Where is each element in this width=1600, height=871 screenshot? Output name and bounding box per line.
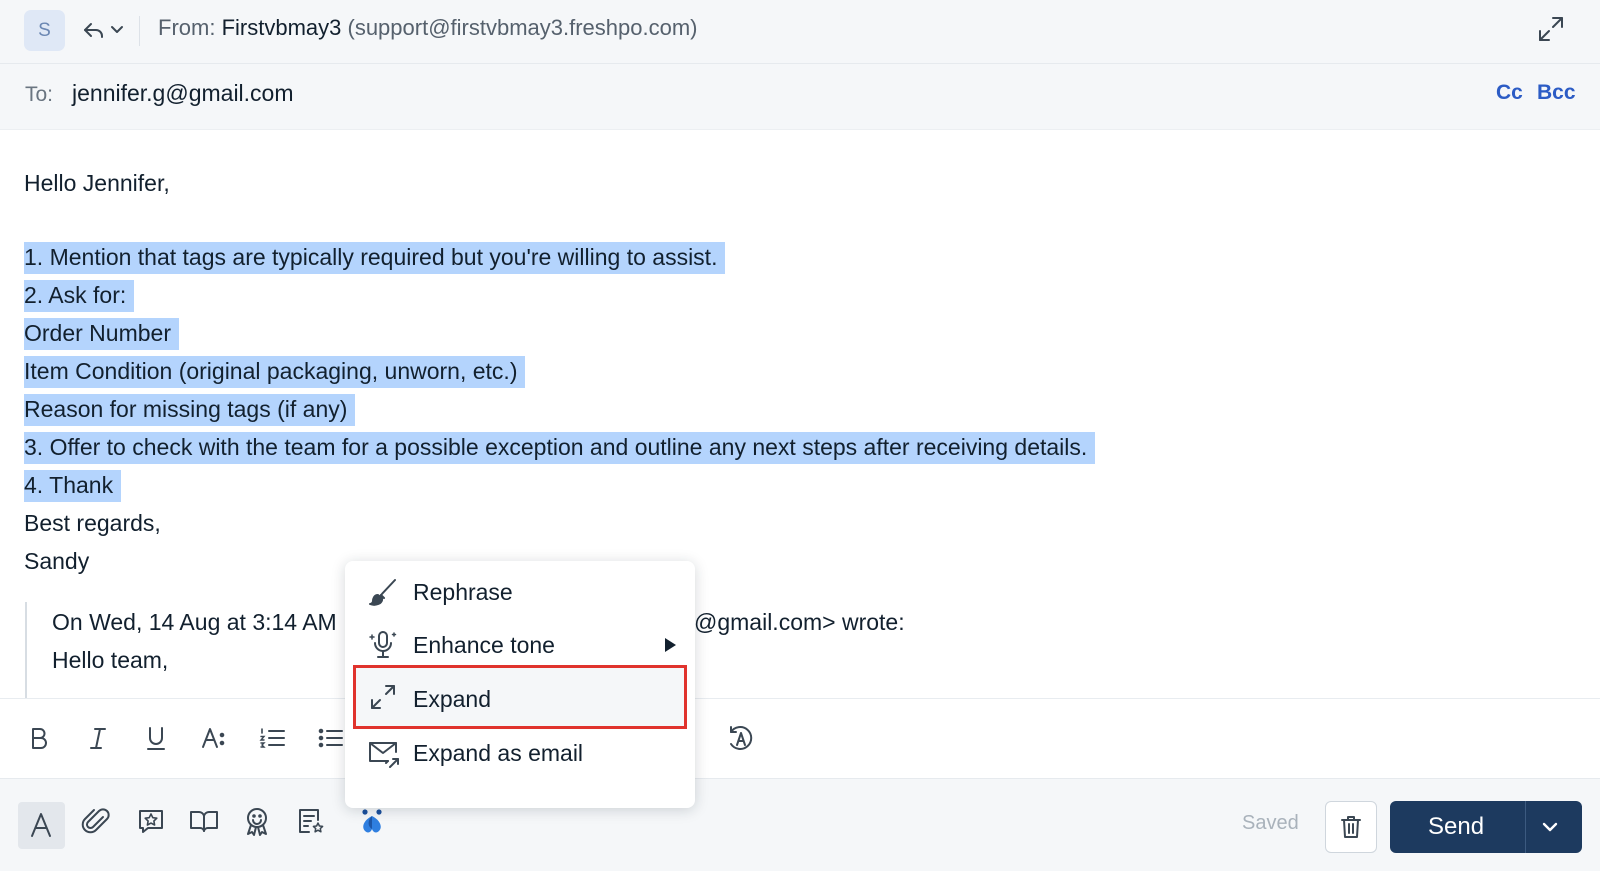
header-divider — [139, 16, 140, 46]
knowledge-base-button[interactable] — [186, 803, 222, 839]
solution-article-button[interactable] — [292, 803, 328, 839]
menu-item-expand[interactable]: Expand — [353, 665, 687, 729]
caret-right-icon — [663, 637, 677, 658]
reply-options-button[interactable] — [82, 18, 126, 44]
paperclip-icon — [78, 803, 114, 839]
discard-draft-button[interactable] — [1325, 801, 1377, 853]
star-message-icon — [133, 803, 169, 839]
font-size-icon — [197, 721, 231, 755]
quote-header-start: On Wed, 14 Aug at 3:14 AM — [52, 609, 337, 635]
selected-line: 4. Thank — [24, 466, 122, 504]
ordered-list-button[interactable] — [256, 721, 290, 755]
send-options-dropdown[interactable] — [1538, 815, 1562, 839]
menu-item-enhance-tone[interactable]: Enhance tone — [353, 620, 687, 670]
selected-line: 3. Offer to check with the team for a po… — [24, 428, 1096, 466]
from-name[interactable]: Firstvbmay3 — [222, 15, 342, 40]
bullet-list-button[interactable] — [314, 721, 348, 755]
italic-button[interactable] — [81, 721, 115, 755]
star-document-icon — [292, 803, 328, 839]
spellcheck-button[interactable] — [724, 721, 758, 755]
from-field: From: Firstvbmay3 (support@firstvbmay3.f… — [158, 15, 698, 41]
send-button[interactable]: Send — [1390, 801, 1582, 853]
attach-button[interactable] — [78, 803, 114, 839]
canned-response-button[interactable] — [133, 803, 169, 839]
satisfaction-survey-button[interactable] — [239, 803, 275, 839]
menu-item-rephrase[interactable]: Rephrase — [353, 567, 687, 617]
freddy-ai-icon — [354, 803, 390, 839]
book-icon — [186, 803, 222, 839]
quote-bar — [25, 602, 27, 700]
menu-label: Expand — [413, 686, 492, 712]
underline-button[interactable] — [139, 721, 173, 755]
selected-line: 2. Ask for: — [24, 276, 135, 314]
send-divider — [1525, 801, 1526, 853]
chevron-down-icon — [1538, 815, 1562, 839]
spellcheck-icon — [724, 721, 758, 755]
italic-icon — [81, 721, 115, 755]
menu-label: Enhance tone — [413, 632, 555, 658]
closing-line: Best regards, — [24, 510, 161, 536]
from-row: S From: Firstvbmay3 (support@firstvbmay3… — [0, 0, 1600, 64]
formatting-toggle-button[interactable] — [18, 802, 65, 849]
to-row: To: jennifer.g@gmail.com Cc Bcc — [0, 64, 1600, 130]
cc-button[interactable]: Cc — [1496, 81, 1523, 105]
trash-icon — [1338, 814, 1364, 840]
compose-action-bar: Saved Send — [0, 778, 1600, 871]
quote-greeting: Hello team, — [52, 647, 169, 673]
microphone-icon — [367, 629, 399, 661]
expand-arrows-icon — [367, 681, 399, 713]
from-label: From: — [158, 15, 216, 40]
reply-icon — [82, 18, 106, 42]
formatting-toolbar — [0, 698, 1600, 779]
menu-label: Rephrase — [413, 579, 513, 605]
bcc-button[interactable]: Bcc — [1537, 81, 1576, 105]
chevron-down-icon — [110, 24, 124, 36]
numbered-list-icon — [256, 721, 290, 755]
signature-line: Sandy — [24, 548, 90, 574]
to-label: To: — [25, 83, 54, 106]
sender-avatar[interactable]: S — [24, 10, 65, 51]
greeting-line: Hello Jennifer, — [24, 170, 170, 196]
underline-icon — [139, 721, 173, 755]
quote-header-end: @gmail.com> wrote: — [694, 609, 905, 635]
email-expand-icon — [367, 737, 401, 771]
bold-button[interactable] — [22, 721, 56, 755]
font-size-button[interactable] — [197, 721, 231, 755]
bullet-list-icon — [314, 721, 348, 755]
brush-icon — [367, 576, 399, 608]
to-recipient[interactable]: jennifer.g@gmail.com — [72, 80, 294, 107]
freddy-ai-button[interactable] — [354, 803, 390, 839]
menu-item-expand-as-email[interactable]: Expand as email — [353, 728, 687, 778]
selected-line: Reason for missing tags (if any) — [24, 390, 356, 428]
menu-label: Expand as email — [413, 740, 584, 766]
selected-line: Item Condition (original packaging, unwo… — [24, 352, 526, 390]
saved-status: Saved — [1242, 812, 1299, 834]
from-email: (support@firstvbmay3.freshpo.com) — [347, 15, 698, 40]
text-format-icon — [24, 808, 58, 842]
selected-line: Order Number — [24, 314, 179, 352]
bold-icon — [22, 721, 56, 755]
freddy-ai-menu: Rephrase Enhance tone Expand Expand as e… — [345, 561, 695, 808]
expand-diagonal-icon — [1536, 14, 1566, 44]
expand-window-button[interactable] — [1536, 14, 1566, 44]
selected-line: 1. Mention that tags are typically requi… — [24, 238, 726, 276]
send-label: Send — [1428, 813, 1485, 840]
smiley-badge-icon — [239, 803, 275, 839]
